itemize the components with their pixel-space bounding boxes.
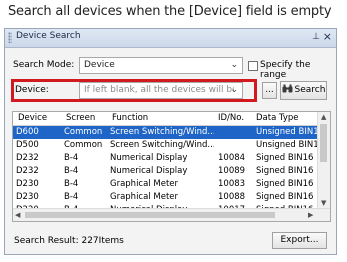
vertical-scroll-thumb[interactable] [320, 124, 327, 162]
browse-button[interactable]: ... [262, 82, 277, 99]
caption-text: Search all devices when the [Device] fie… [8, 4, 332, 19]
results-table: Device Screen Function ID/No. Data Type … [12, 111, 331, 222]
header-data-type[interactable]: Data Type [256, 113, 318, 123]
browse-label: ... [265, 85, 274, 95]
title-bar[interactable]: Device Search ⊥ × [5, 29, 336, 48]
chevron-down-icon: ⌄ [230, 60, 238, 70]
chevron-down-icon: ⌄ [230, 85, 238, 95]
table-row[interactable]: D600 Common Screen Switching/Wind... Uns… [13, 126, 318, 139]
cell-function: Screen Switching/Wind... [110, 127, 214, 137]
export-button[interactable]: Export... [272, 232, 327, 249]
cell-device: D600 [16, 127, 39, 137]
horizontal-scroll-thumb[interactable] [25, 212, 275, 218]
cell-device: D232 [16, 153, 39, 163]
header-id-no[interactable]: ID/No. [218, 113, 254, 123]
search-button[interactable]: Search [280, 81, 327, 100]
table-header: Device Screen Function ID/No. Data Type [13, 112, 318, 126]
cell-function: Graphical Meter [110, 192, 178, 202]
cell-device: D500 [16, 140, 39, 150]
scroll-up-icon[interactable]: ▲ [321, 113, 326, 121]
cell-device: D230 [16, 179, 39, 189]
table-row[interactable]: D230 B-4 Graphical Meter 10088 Signed BI… [13, 191, 318, 204]
scroll-down-icon[interactable]: ▼ [321, 199, 326, 207]
specify-range-checkbox[interactable] [248, 61, 258, 71]
cell-screen: B-4 [64, 192, 79, 202]
device-placeholder: If left blank, all the devices will be d… [84, 85, 234, 95]
horizontal-scrollbar[interactable]: ◀ ▶ [13, 208, 330, 221]
cell-id: 10089 [218, 166, 246, 176]
cell-data-type: Signed BIN16 [256, 166, 314, 176]
cell-data-type: Signed BIN16 [256, 153, 314, 163]
table-row[interactable]: D230 B-4 Graphical Meter 10083 Signed BI… [13, 178, 318, 191]
cell-screen: Common [64, 127, 103, 137]
cell-screen: Common [64, 140, 103, 150]
cell-id: 10083 [218, 179, 246, 189]
cell-function: Graphical Meter [110, 179, 178, 189]
binoculars-icon [282, 84, 293, 93]
pin-icon[interactable]: ⊥ [312, 32, 320, 42]
cell-data-type: Unsigned BIN16 [256, 140, 318, 150]
device-input[interactable]: If left blank, all the devices will be d… [79, 82, 243, 99]
search-button-label: Search [294, 85, 326, 95]
cell-id: 10088 [218, 192, 246, 202]
table-row[interactable]: D232 B-4 Numerical Display 10089 Signed … [13, 165, 318, 178]
close-icon[interactable]: × [323, 30, 332, 43]
cell-data-type: Unsigned BIN16 [256, 127, 318, 137]
grip-icon [8, 32, 12, 43]
table-row[interactable]: D500 Common Screen Switching/Wind... Uns… [13, 139, 318, 152]
search-result-count: Search Result: 227Items [14, 236, 124, 246]
cell-function: Screen Switching/Wind... [110, 140, 214, 150]
cell-screen: B-4 [64, 166, 79, 176]
device-search-window: Device Search ⊥ × Search Mode: Device ⌄ … [4, 28, 337, 255]
export-button-label: Export... [280, 235, 319, 245]
header-function[interactable]: Function [112, 113, 216, 123]
vertical-scrollbar[interactable]: ▲ ▼ [317, 112, 330, 209]
cell-data-type: Signed BIN16 [256, 179, 314, 189]
cell-device: D232 [16, 166, 39, 176]
cell-function: Numerical Display [110, 166, 188, 176]
search-mode-select[interactable]: Device ⌄ [79, 57, 243, 74]
search-mode-value: Device [84, 60, 115, 70]
header-device[interactable]: Device [18, 113, 62, 123]
search-mode-label: Search Mode: [13, 60, 75, 70]
cell-id: 10084 [218, 153, 246, 163]
scroll-left-icon[interactable]: ◀ [15, 211, 20, 219]
cell-device: D230 [16, 192, 39, 202]
window-title: Device Search [16, 31, 81, 41]
cell-function: Numerical Display [110, 153, 188, 163]
cell-screen: B-4 [64, 179, 79, 189]
header-screen[interactable]: Screen [66, 113, 110, 123]
scroll-right-icon[interactable]: ▶ [308, 211, 313, 219]
cell-screen: B-4 [64, 153, 79, 163]
device-label: Device: [15, 85, 49, 95]
table-row[interactable]: D232 B-4 Numerical Display 10084 Signed … [13, 152, 318, 165]
specify-range-label: Specify the range [260, 60, 311, 80]
cell-data-type: Signed BIN16 [256, 192, 314, 202]
